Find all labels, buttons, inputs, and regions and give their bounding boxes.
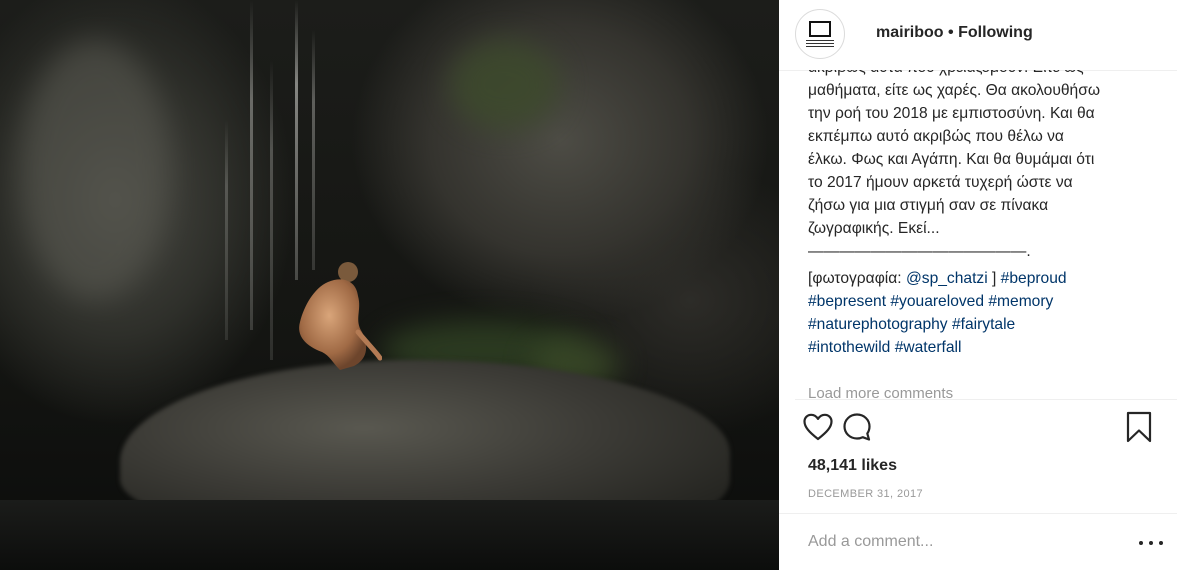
author-username[interactable]: mairiboo bbox=[876, 24, 944, 41]
photo-figure bbox=[299, 262, 382, 370]
photo-rock-highlight bbox=[20, 40, 170, 300]
hashtag-link[interactable]: #intothewild bbox=[808, 339, 890, 356]
credit-prefix: [φωτογραφία: bbox=[808, 270, 906, 287]
brand-logo-icon bbox=[809, 20, 831, 37]
caption-credits: [φωτογραφία: @sp_chatzi ] #beproud bbox=[808, 267, 1160, 290]
caption-rule: ——————————————. bbox=[808, 243, 1031, 260]
more-dot bbox=[1139, 541, 1143, 545]
photo-waterfall bbox=[295, 0, 298, 280]
post-window: mairiboo • Following ακριβώς αυτά που χρ… bbox=[0, 0, 1177, 570]
post-photo[interactable] bbox=[0, 0, 779, 570]
comment-input[interactable] bbox=[808, 528, 1108, 556]
caption-line: ζωγραφικής. Εκεί... bbox=[808, 220, 940, 237]
caption-line: ακριβώς αυτά που χρειαζόμουν. Είτε ως bbox=[808, 70, 1160, 79]
more-dot bbox=[1159, 541, 1163, 545]
heart-icon bbox=[803, 413, 833, 441]
post-date[interactable]: DECEMBER 31, 2017 bbox=[808, 488, 923, 500]
caption-hashtag-line: #bepresent #youareloved #memory bbox=[808, 290, 1160, 313]
post-side-panel: mairiboo • Following ακριβώς αυτά που χρ… bbox=[779, 0, 1177, 570]
header-line: mairiboo • Following bbox=[876, 24, 1033, 42]
post-header: mairiboo • Following bbox=[779, 0, 1177, 71]
hashtag-link[interactable]: #fairytale bbox=[952, 316, 1015, 333]
photo-waterfall bbox=[312, 30, 315, 270]
caption-scroll-area[interactable]: ακριβώς αυτά που χρειαζόμουν. Είτε ως μα… bbox=[808, 70, 1160, 400]
header-separator: • bbox=[948, 24, 954, 41]
credit-suffix: ] bbox=[987, 270, 1001, 287]
comment-button[interactable] bbox=[840, 410, 874, 444]
comment-row bbox=[779, 513, 1177, 571]
hashtag-link[interactable]: #youareloved bbox=[890, 293, 984, 310]
brand-logo-text-lines bbox=[806, 39, 834, 48]
caption-line: το 2017 ήμουν αρκετά τυχερή ώστε να bbox=[808, 174, 1073, 191]
photo-pool bbox=[0, 500, 779, 570]
like-button[interactable] bbox=[801, 410, 835, 444]
caption-line: ζήσω για μια στιγμή σαν σε πίνακα bbox=[808, 197, 1049, 214]
hashtag-link[interactable]: #waterfall bbox=[895, 339, 962, 356]
photo-waterfall bbox=[250, 0, 253, 330]
comment-bubble-icon bbox=[843, 413, 871, 441]
caption-content: ακριβώς αυτά που χρειαζόμουν. Είτε ως μα… bbox=[808, 70, 1160, 359]
action-bar bbox=[779, 400, 1177, 456]
more-dot bbox=[1149, 541, 1153, 545]
caption-line: εκπέμπω αυτό ακριβώς που θέλω να bbox=[808, 128, 1064, 145]
caption-line: την ροή του 2018 με εμπιστοσύνη. Και θα bbox=[808, 105, 1095, 122]
photo-moss bbox=[450, 40, 560, 130]
likes-count[interactable]: 48,141 likes bbox=[808, 457, 897, 475]
photo-waterfall bbox=[225, 120, 228, 340]
caption-hashtag-line: #naturephotography #fairytale bbox=[808, 313, 1160, 336]
more-options-icon[interactable] bbox=[1139, 536, 1163, 550]
credit-handle-link[interactable]: @sp_chatzi bbox=[906, 270, 988, 287]
photo-waterfall bbox=[270, 60, 273, 360]
hashtag-link[interactable]: #naturephotography bbox=[808, 316, 948, 333]
follow-status-button[interactable]: Following bbox=[958, 24, 1033, 41]
hashtag-link[interactable]: #bepresent bbox=[808, 293, 886, 310]
caption-line: μαθήματα, είτε ως χαρές. Θα ακολουθήσω bbox=[808, 82, 1101, 99]
author-avatar[interactable] bbox=[795, 9, 845, 59]
bookmark-icon bbox=[1126, 411, 1152, 443]
caption-line: έλκω. Φως και Αγάπη. Και θα θυμάμαι ότι bbox=[808, 151, 1095, 168]
hashtag-link[interactable]: #memory bbox=[988, 293, 1053, 310]
save-button[interactable] bbox=[1122, 410, 1156, 444]
hashtag-link[interactable]: #beproud bbox=[1001, 270, 1067, 287]
caption-hashtag-line: #intothewild #waterfall bbox=[808, 336, 1160, 359]
